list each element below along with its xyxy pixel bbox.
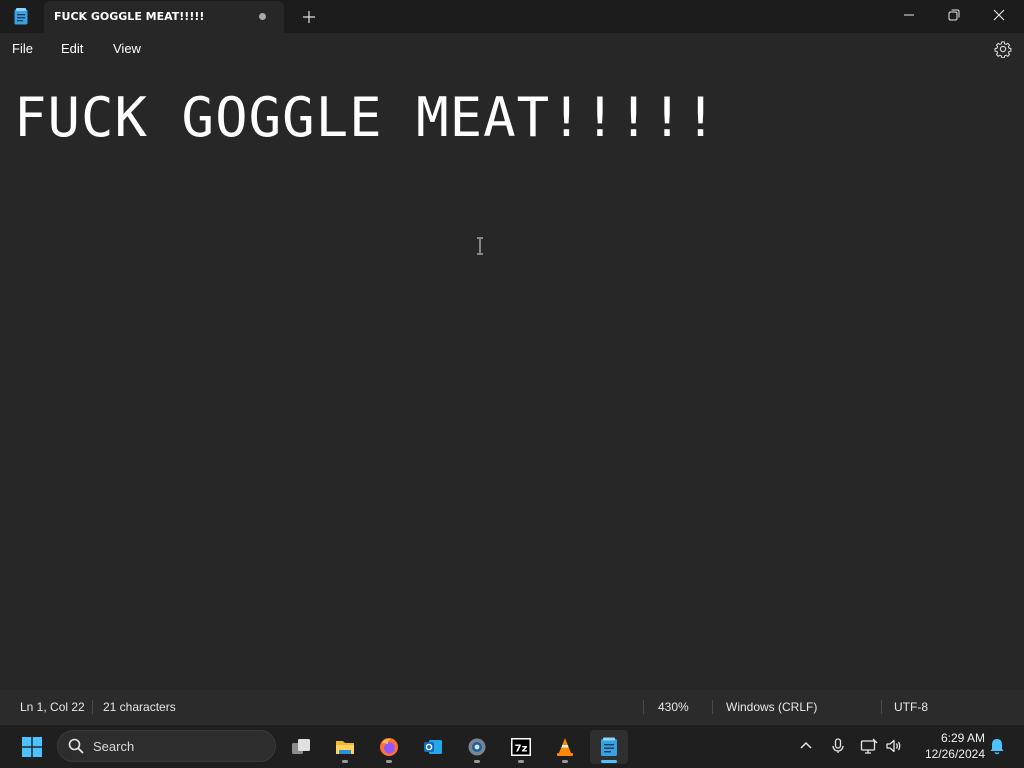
task-view-icon xyxy=(292,739,310,754)
settings-app-button[interactable] xyxy=(460,730,494,764)
new-tab-button[interactable] xyxy=(298,6,320,28)
encoding[interactable]: UTF-8 xyxy=(894,700,928,714)
running-indicator xyxy=(386,760,392,763)
close-icon xyxy=(993,9,1005,21)
text-editor-area[interactable]: FUCK GOGGLE MEAT!!!!! xyxy=(0,65,1024,690)
status-bar: Ln 1, Col 22 21 characters 430% Windows … xyxy=(0,690,1024,724)
7zip-icon: 7z xyxy=(511,738,531,756)
file-explorer-button[interactable] xyxy=(328,730,362,764)
running-indicator xyxy=(562,760,568,763)
active-indicator xyxy=(601,760,617,763)
status-divider xyxy=(643,700,644,714)
clock-time: 6:29 AM xyxy=(940,731,985,745)
search-label: Search xyxy=(93,739,135,754)
character-count: 21 characters xyxy=(103,700,176,714)
text-cursor-icon xyxy=(477,237,483,255)
taskbar: Search 7z 6:29 AM 12/26/2024 xyxy=(0,724,1024,768)
taskbar-search-box[interactable]: Search xyxy=(57,730,276,762)
clock-date: 12/26/2024 xyxy=(924,747,985,761)
minimize-icon xyxy=(904,14,914,16)
windows-logo-icon xyxy=(22,737,42,757)
vlc-button[interactable] xyxy=(548,730,582,764)
zoom-level[interactable]: 430% xyxy=(658,700,689,714)
editor-content[interactable]: FUCK GOGGLE MEAT!!!!! xyxy=(14,88,718,148)
line-ending[interactable]: Windows (CRLF) xyxy=(726,700,817,714)
minimize-button[interactable] xyxy=(886,0,932,32)
notepad-icon xyxy=(601,737,617,756)
search-icon xyxy=(68,738,84,754)
system-clock[interactable]: 6:29 AM 12/26/2024 xyxy=(915,730,985,762)
svg-text:7z: 7z xyxy=(515,744,528,755)
status-divider xyxy=(92,700,93,714)
tab-title: FUCK GOGGLE MEAT!!!!! xyxy=(54,10,205,23)
7zip-button[interactable]: 7z xyxy=(504,730,538,764)
menu-bar: File Edit View xyxy=(0,33,1024,65)
notepad-window: FUCK GOGGLE MEAT!!!!! File Edit View FUC… xyxy=(0,0,1024,724)
restore-button[interactable] xyxy=(931,0,977,32)
outlook-button[interactable] xyxy=(416,730,450,764)
menu-edit[interactable]: Edit xyxy=(61,41,83,56)
settings-gear-icon[interactable] xyxy=(994,40,1012,58)
outlook-icon xyxy=(424,740,442,754)
folder-icon xyxy=(336,741,354,754)
notepad-app-icon xyxy=(14,8,28,25)
unsaved-indicator-icon[interactable] xyxy=(259,13,266,20)
restore-icon xyxy=(948,9,960,21)
microphone-icon[interactable] xyxy=(829,737,847,755)
notification-bell-icon[interactable] xyxy=(988,737,1006,755)
firefox-icon xyxy=(380,738,398,756)
settings-app-icon xyxy=(468,738,486,756)
status-divider xyxy=(712,700,713,714)
status-divider xyxy=(881,700,882,714)
menu-view[interactable]: View xyxy=(113,41,141,56)
cursor-position: Ln 1, Col 22 xyxy=(20,700,85,714)
close-button[interactable] xyxy=(976,0,1022,32)
running-indicator xyxy=(518,760,524,763)
menu-file[interactable]: File xyxy=(12,41,33,56)
firefox-button[interactable] xyxy=(372,730,406,764)
running-indicator xyxy=(342,760,348,763)
document-tab[interactable]: FUCK GOGGLE MEAT!!!!! xyxy=(44,1,284,33)
vlc-cone-icon xyxy=(557,738,573,756)
running-indicator xyxy=(474,760,480,763)
task-view-button[interactable] xyxy=(284,730,318,764)
title-bar: FUCK GOGGLE MEAT!!!!! xyxy=(0,0,1024,33)
volume-icon[interactable] xyxy=(885,737,903,755)
chevron-up-icon[interactable] xyxy=(797,737,815,755)
network-icon[interactable] xyxy=(860,737,878,755)
start-button[interactable] xyxy=(15,730,49,764)
notepad-taskbar-button[interactable] xyxy=(590,730,628,764)
